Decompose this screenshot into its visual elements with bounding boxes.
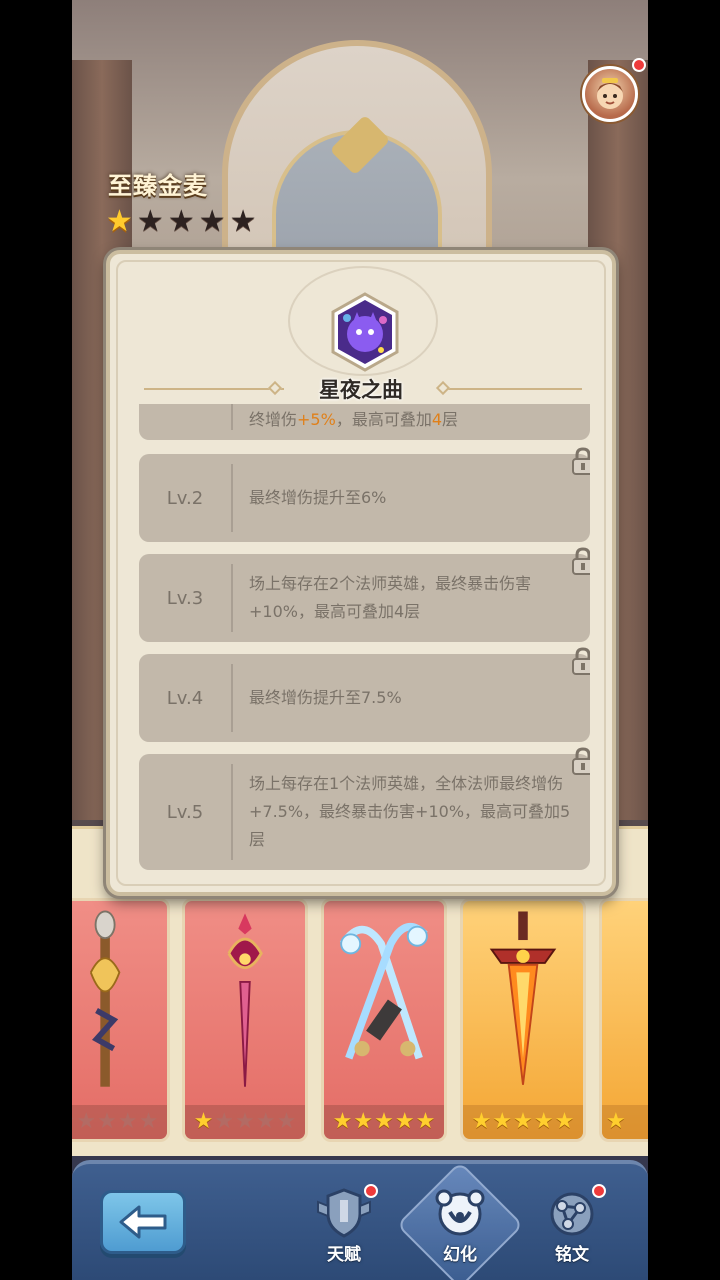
notification-badge: [632, 58, 646, 72]
back-button[interactable]: [100, 1190, 186, 1254]
skill-title: 星夜之曲: [319, 378, 403, 402]
player-avatar[interactable]: [582, 66, 638, 122]
weapon-card[interactable]: ★★★★★: [182, 898, 308, 1142]
ice-dragon-blades-icon: [339, 922, 428, 1060]
card-star-rating: ★: [602, 1105, 648, 1139]
flame-sword-icon: [489, 911, 557, 1085]
star-icon: ★: [167, 204, 195, 239]
hero-star-rating: ★ ★ ★ ★ ★: [106, 206, 257, 238]
card-star-rating: ★★★★★: [72, 1105, 167, 1139]
level-label: Lv.4: [166, 687, 204, 709]
card-star-rating: ★★★★★: [185, 1105, 305, 1139]
transform-bear-icon: [435, 1189, 485, 1236]
level-row-partial: 终增伤+5%，最高可叠加4层: [139, 404, 590, 440]
level-desc: 最终增伤提升至6%: [249, 488, 387, 507]
hero-name: 至臻金麦: [108, 172, 208, 200]
arrow-left-icon: [119, 1205, 167, 1239]
star-icon: ★: [136, 204, 164, 239]
tab-label: 天赋: [327, 1245, 361, 1265]
level-label: Lv.5: [166, 801, 204, 823]
level-desc: 终增伤+5%，最高可叠加4层: [249, 410, 459, 429]
pink-scepter-icon: [227, 913, 263, 1087]
skill-level-list[interactable]: 终增伤+5%，最高可叠加4层 Lv.2 最终增伤提升至6% Lv.3 场上每存在…: [136, 404, 590, 874]
card-star-rating: ★★★★★: [463, 1105, 583, 1139]
purple-cat-orb-icon: [331, 292, 399, 372]
level-desc: 最终增伤提升至7.5%: [249, 688, 402, 707]
level-label: Lv.2: [166, 487, 204, 509]
lock-icon: [572, 647, 590, 675]
bottom-nav-bar: 天赋 幻化 铭文: [72, 1160, 648, 1280]
tab-label: 铭文: [555, 1245, 589, 1265]
star-icon: ★: [106, 204, 133, 239]
star-icon: ★: [229, 204, 257, 239]
golden-staff-icon: [89, 910, 121, 1087]
tab-transform[interactable]: 幻化: [422, 1186, 498, 1270]
level-desc: 场上每存在1个法师英雄，全体法师最终增伤+7.5%，最终暴击伤害+10%，最高可…: [249, 774, 571, 849]
weapon-card[interactable]: ★★★★★: [72, 898, 170, 1142]
level-row: Lv.5 场上每存在1个法师英雄，全体法师最终增伤+7.5%，最终暴击伤害+10…: [139, 747, 590, 870]
lock-icon: [572, 747, 590, 775]
avatar-face-icon: [597, 78, 623, 109]
level-row: Lv.2 最终增伤提升至6%: [139, 447, 590, 542]
level-row: Lv.4 最终增伤提升至7.5%: [139, 647, 590, 742]
lock-icon: [572, 547, 590, 575]
level-desc: 场上每存在2个法师英雄，最终暴击伤害+10%，最高可叠加4层: [249, 574, 532, 621]
weapon-card[interactable]: ★★★★★: [460, 898, 586, 1142]
skill-detail-popup: 星夜之曲 终增伤+5%，最高可叠加4层 Lv.2 最终增伤提升至6% Lv.3 …: [106, 250, 616, 896]
tab-talent[interactable]: 天赋: [306, 1186, 382, 1270]
notification-badge: [592, 1184, 606, 1198]
tab-inscription[interactable]: 铭文: [534, 1186, 610, 1270]
notification-badge: [364, 1184, 378, 1198]
card-star-rating: ★★★★★: [324, 1105, 444, 1139]
lock-icon: [572, 447, 590, 475]
level-row: Lv.3 场上每存在2个法师英雄，最终暴击伤害+10%，最高可叠加4层: [139, 547, 590, 642]
tab-label: 幻化: [443, 1245, 477, 1265]
weapon-card[interactable]: ★★★★★: [321, 898, 447, 1142]
level-label: Lv.3: [166, 587, 204, 609]
star-icon: ★: [198, 204, 226, 239]
weapon-card[interactable]: ★: [599, 898, 648, 1142]
